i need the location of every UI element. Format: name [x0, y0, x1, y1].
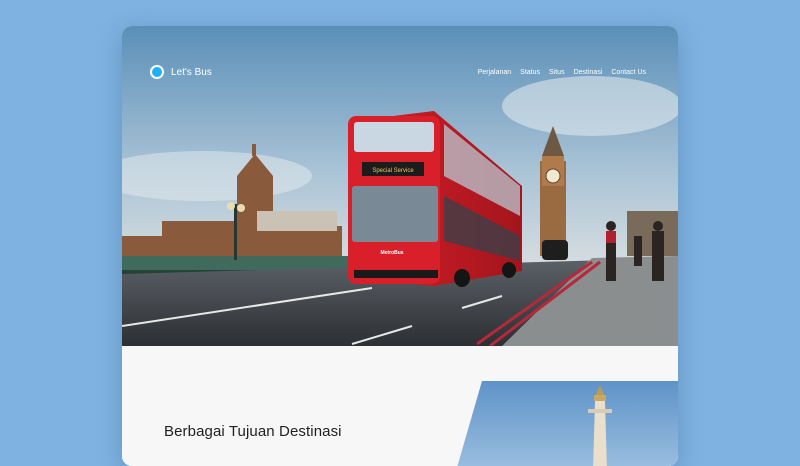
nav-item-situs[interactable]: Situs: [549, 69, 565, 76]
brand-logo[interactable]: Let's Bus: [150, 65, 212, 79]
destinations-section: Berbagai Tujuan Destinasi: [122, 346, 678, 466]
destination-image: [457, 381, 678, 466]
page-card: Special Service MetroBus Let's Bus Perja…: [122, 26, 678, 466]
bus-destination-sign: Special Service: [372, 168, 414, 174]
top-navbar: Let's Bus Perjalanan Status Situs Destin…: [122, 26, 678, 122]
nav-menu: Perjalanan Status Situs Destinasi Contac…: [478, 69, 646, 76]
logo-circle-icon: [150, 65, 164, 79]
brand-name: Let's Bus: [171, 66, 212, 78]
logo-dot: [152, 67, 162, 77]
nav-item-status[interactable]: Status: [520, 69, 540, 76]
nav-item-destinasi[interactable]: Destinasi: [574, 69, 603, 76]
section-title: Berbagai Tujuan Destinasi: [164, 423, 342, 440]
nav-item-contact-us[interactable]: Contact Us: [611, 69, 646, 76]
bus-brand-label: MetroBus: [380, 250, 403, 256]
nav-item-perjalanan[interactable]: Perjalanan: [478, 69, 511, 76]
hero-banner: Special Service MetroBus Let's Bus Perja…: [122, 26, 678, 346]
taxi-car: [542, 240, 568, 260]
